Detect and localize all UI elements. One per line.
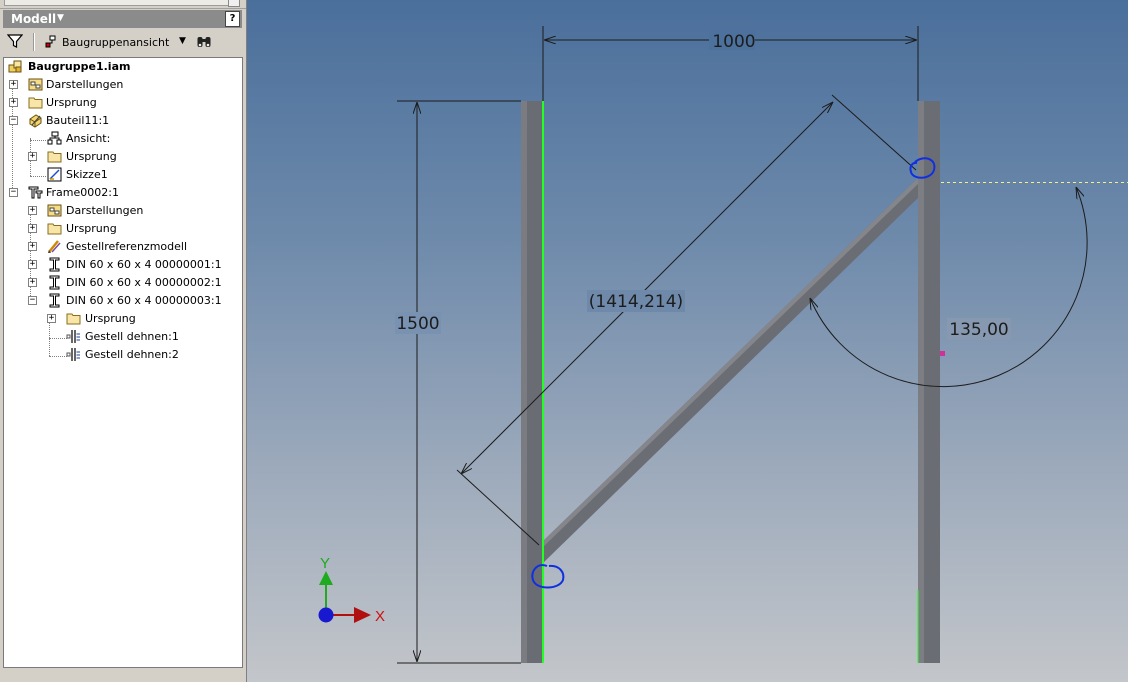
dimension-angle-value[interactable]: 135,00 bbox=[949, 320, 1008, 340]
representations-icon bbox=[28, 78, 43, 91]
chevron-down-icon[interactable]: ▼ bbox=[179, 36, 186, 46]
frame-extend-icon bbox=[66, 330, 80, 343]
view-icon bbox=[47, 131, 62, 145]
left-member-shade bbox=[521, 101, 527, 663]
tree-item-ursprung[interactable]: + Ursprung bbox=[4, 310, 240, 328]
tree-item-gestellreferenzmodell[interactable]: + Gestellreferenzmodell bbox=[4, 238, 240, 256]
part-icon bbox=[29, 114, 42, 128]
graphics-viewport[interactable]: 1000 1500 (1414,214) 135,00 Y X bbox=[247, 0, 1128, 682]
tree-item-ursprung[interactable]: + Ursprung bbox=[4, 220, 240, 238]
triad-x-arrow bbox=[354, 607, 371, 623]
expand-icon[interactable]: + bbox=[28, 152, 37, 161]
folder-icon bbox=[66, 313, 81, 325]
sketch-icon bbox=[47, 167, 62, 182]
assembly-view-icon bbox=[45, 35, 56, 48]
model-browser-panel: Modell ▼ ? Baugruppenansicht ▼ Baugruppe… bbox=[0, 0, 247, 682]
tree-item-label[interactable]: Darstellungen bbox=[66, 204, 143, 217]
i-beam-icon bbox=[49, 293, 60, 308]
expand-icon[interactable]: + bbox=[28, 206, 37, 215]
tree-item-skizze1[interactable]: Skizze1 bbox=[4, 166, 240, 184]
tree-item-baugruppe[interactable]: Baugruppe1.iam bbox=[4, 58, 240, 76]
tree-item-label[interactable]: Gestell dehnen:1 bbox=[85, 330, 179, 343]
tree-item-frame0002[interactable]: − Frame0002:1 bbox=[4, 184, 240, 202]
dimension-height-value[interactable]: 1500 bbox=[396, 314, 439, 334]
help-icon[interactable]: ? bbox=[225, 11, 240, 27]
assembly-icon bbox=[8, 60, 22, 73]
model-tree[interactable]: Baugruppe1.iam + Darstellungen + Ursprun… bbox=[3, 57, 243, 668]
tree-item-label[interactable]: Gestellreferenzmodell bbox=[66, 240, 187, 253]
chevron-down-icon[interactable]: ▼ bbox=[57, 13, 64, 23]
tree-item-gestell-dehnen-1[interactable]: Gestell dehnen:1 bbox=[4, 328, 240, 346]
tree-item-ursprung[interactable]: + Ursprung bbox=[4, 94, 240, 112]
dimension-arc-angle[interactable] bbox=[810, 187, 1088, 388]
binoculars-icon[interactable] bbox=[196, 34, 212, 50]
tree-item-din-00000003[interactable]: − DIN 60 x 60 x 4 00000003:1 bbox=[4, 292, 240, 310]
diagonal-frame-member-edge bbox=[542, 176, 920, 548]
coordinate-triad[interactable]: Y X bbox=[318, 555, 386, 625]
tree-item-label[interactable]: DIN 60 x 60 x 4 00000002:1 bbox=[66, 276, 222, 289]
expand-icon[interactable]: + bbox=[28, 224, 37, 233]
tree-item-label[interactable]: Bauteil11:1 bbox=[46, 114, 109, 127]
frame-extend-icon bbox=[66, 348, 80, 361]
toolbar-separator bbox=[33, 33, 35, 51]
collapse-icon[interactable]: − bbox=[9, 116, 18, 125]
triad-y-arrow bbox=[319, 571, 333, 585]
triad-x-label: X bbox=[375, 608, 385, 625]
dimension-line-diagonal[interactable] bbox=[461, 102, 833, 474]
right-member-shade bbox=[918, 101, 924, 663]
dimension-width-value[interactable]: 1000 bbox=[712, 32, 755, 52]
tree-item-gestell-dehnen-2[interactable]: Gestell dehnen:2 bbox=[4, 346, 240, 364]
view-dropdown-label[interactable]: Baugruppenansicht bbox=[62, 36, 169, 49]
collapse-icon[interactable]: − bbox=[9, 188, 18, 197]
tree-item-label[interactable]: DIN 60 x 60 x 4 00000001:1 bbox=[66, 258, 222, 271]
tree-item-darstellungen[interactable]: + Darstellungen bbox=[4, 76, 240, 94]
triad-origin bbox=[318, 607, 334, 623]
tree-item-label[interactable]: Ursprung bbox=[85, 312, 136, 325]
expand-icon[interactable]: + bbox=[28, 242, 37, 251]
tree-item-label[interactable]: Skizze1 bbox=[66, 168, 108, 181]
panel-top-strip bbox=[0, 0, 246, 9]
dimension-extension-line bbox=[831, 94, 917, 171]
folder-icon bbox=[47, 223, 62, 235]
tree-item-label[interactable]: Ursprung bbox=[46, 96, 97, 109]
panel-title-bar[interactable]: Modell ▼ ? bbox=[3, 10, 242, 28]
close-icon[interactable] bbox=[228, 0, 240, 7]
i-beam-icon bbox=[49, 257, 60, 272]
tree-item-label[interactable]: Baugruppe1.iam bbox=[28, 60, 130, 73]
tree-item-din-00000002[interactable]: + DIN 60 x 60 x 4 00000002:1 bbox=[4, 274, 240, 292]
folder-icon bbox=[28, 97, 43, 109]
tree-item-label[interactable]: Frame0002:1 bbox=[46, 186, 119, 199]
tree-item-label[interactable]: Ansicht: bbox=[66, 132, 110, 145]
horizontal-scrollbar[interactable] bbox=[4, 0, 230, 6]
expand-icon[interactable]: + bbox=[28, 278, 37, 287]
browser-toolbar: Baugruppenansicht ▼ bbox=[3, 30, 242, 54]
tree-item-ursprung[interactable]: + Ursprung bbox=[4, 148, 240, 166]
tree-item-bauteil11[interactable]: − Bauteil11:1 bbox=[4, 112, 240, 130]
tree-item-ansicht[interactable]: Ansicht: bbox=[4, 130, 240, 148]
triad-y-label: Y bbox=[320, 555, 330, 572]
i-beam-icon bbox=[49, 275, 60, 290]
frame-reference-icon bbox=[48, 240, 61, 253]
expand-icon[interactable]: + bbox=[28, 260, 37, 269]
panel-title[interactable]: Modell bbox=[11, 12, 56, 26]
tree-item-label[interactable]: Ursprung bbox=[66, 222, 117, 235]
collapse-icon[interactable]: − bbox=[28, 296, 37, 305]
folder-icon bbox=[47, 151, 62, 163]
expand-icon[interactable]: + bbox=[9, 98, 18, 107]
tree-item-din-00000001[interactable]: + DIN 60 x 60 x 4 00000001:1 bbox=[4, 256, 240, 274]
frame-icon bbox=[28, 186, 43, 199]
tree-item-darstellungen[interactable]: + Darstellungen bbox=[4, 202, 240, 220]
point-marker[interactable] bbox=[940, 351, 945, 356]
tree-item-label[interactable]: Darstellungen bbox=[46, 78, 123, 91]
tree-item-label[interactable]: DIN 60 x 60 x 4 00000003:1 bbox=[66, 294, 222, 307]
filter-icon[interactable] bbox=[7, 33, 23, 49]
dimension-diagonal-value[interactable]: (1414,214) bbox=[589, 292, 683, 312]
expand-icon[interactable]: + bbox=[9, 80, 18, 89]
cad-scene[interactable]: 1000 1500 (1414,214) 135,00 Y X bbox=[247, 0, 1128, 682]
tree-item-label[interactable]: Gestell dehnen:2 bbox=[85, 348, 179, 361]
representations-icon bbox=[47, 204, 62, 217]
tree-item-label[interactable]: Ursprung bbox=[66, 150, 117, 163]
expand-icon[interactable]: + bbox=[47, 314, 56, 323]
